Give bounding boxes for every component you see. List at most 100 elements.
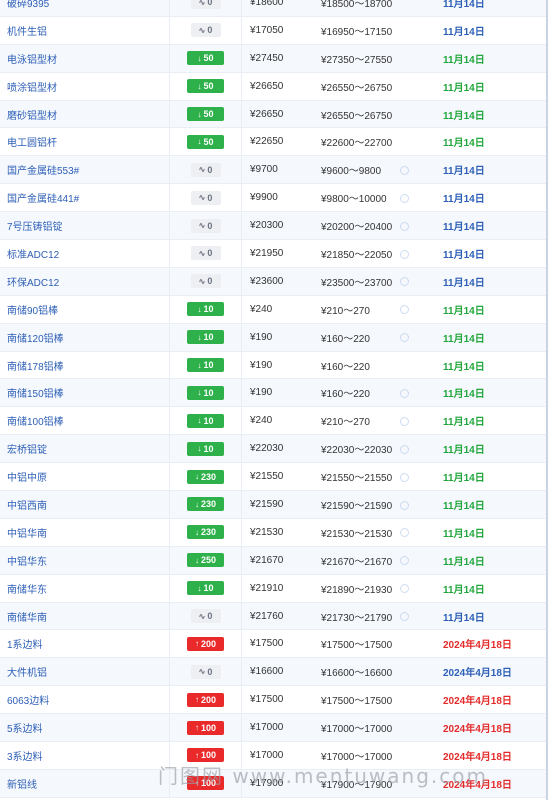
update-date: 11月14日: [443, 612, 485, 624]
change-badge: ↓ 10: [187, 302, 224, 317]
table-row: 中铝中原 ↓ 230 ¥21550 ¥21550～21550 11月14日: [0, 463, 546, 492]
metal-name-link[interactable]: 南储华南: [0, 602, 170, 630]
change-value: 200: [200, 694, 217, 705]
table-row: 南储150铝棒 ↓ 10 ¥190 ¥160～220 11月14日: [0, 379, 546, 408]
change-value: 50: [203, 109, 214, 119]
average-price: ¥9900: [250, 192, 278, 204]
change-badge: ∿ 0: [190, 218, 221, 233]
change-cell: ↓ 10: [170, 295, 242, 323]
metal-name-link[interactable]: 中铝中原: [0, 463, 170, 491]
metal-name-link[interactable]: 国产金属硅553#: [0, 156, 170, 184]
metal-name-link[interactable]: 南储90铝棒: [0, 295, 170, 323]
flat-wave-icon: ∿: [198, 165, 206, 175]
average-price: ¥17050: [250, 24, 284, 36]
update-date: 11月14日: [443, 138, 485, 150]
metal-name-link[interactable]: 国产金属硅441#: [0, 184, 170, 212]
change-badge: ↓ 10: [187, 358, 224, 373]
average-price: ¥190: [250, 331, 273, 343]
metal-name-link[interactable]: 环保ADC12: [0, 267, 170, 295]
price-range: ¥17500～17500: [321, 696, 393, 708]
metal-name-link[interactable]: 电泳铝型材: [0, 44, 170, 72]
arrow-down-icon: ↓: [197, 388, 202, 398]
price-range: ¥160～220: [321, 361, 370, 373]
metal-name-link[interactable]: 新铝线: [0, 769, 170, 797]
metal-name-link[interactable]: 南储120铝棒: [0, 323, 170, 351]
change-value: 230: [200, 471, 217, 482]
average-price: ¥17000: [250, 722, 284, 734]
price-range: ¥17000～17000: [321, 724, 393, 736]
change-cell: ↓ 50: [170, 100, 242, 128]
metal-name-link[interactable]: 南储华东: [0, 574, 170, 602]
logo-watermark-icon: [400, 500, 432, 510]
change-cell: ↓ 10: [170, 574, 242, 602]
table-row: 环保ADC12 ∿ 0 ¥23600 ¥23500～23700 11月14日: [0, 267, 546, 296]
average-price: ¥21550: [250, 471, 284, 483]
change-cell: ↓ 230: [170, 491, 242, 518]
metal-name-link[interactable]: 磨砂铝型材: [0, 100, 170, 128]
update-date: 11月14日: [443, 473, 485, 485]
change-badge: ↓ 10: [187, 385, 224, 400]
change-cell: ↑ 200: [170, 686, 242, 714]
flat-wave-icon: ∿: [198, 276, 206, 286]
arrow-down-icon: ↓: [197, 444, 202, 454]
logo-watermark-icon: [400, 612, 432, 622]
change-cell: ∿ 0: [170, 16, 242, 44]
table-row: 破碎9395 ∿ 0 ¥18600 ¥18500～18700 11月14日: [0, 0, 546, 17]
price-range: ¥27350～27550: [321, 54, 393, 66]
change-badge: ↓ 230: [187, 525, 224, 540]
table-row: 国产金属硅553# ∿ 0 ¥9700 ¥9600～9800 11月14日: [0, 156, 546, 185]
arrow-down-icon: ↓: [197, 109, 202, 119]
average-price: ¥21910: [250, 582, 284, 594]
change-cell: ↑ 100: [170, 714, 242, 742]
metal-name-link[interactable]: 机件生铝: [0, 16, 170, 44]
change-value: 0: [207, 25, 213, 36]
average-price: ¥9700: [250, 164, 278, 176]
change-cell: ↓ 230: [170, 463, 242, 491]
change-badge: ↓ 50: [187, 51, 224, 66]
logo-watermark-icon: [400, 584, 432, 594]
arrow-up-icon: ↑: [194, 750, 199, 760]
change-value: 10: [203, 360, 214, 371]
metal-name-link[interactable]: 标准ADC12: [0, 240, 170, 267]
metal-name-link[interactable]: 喷涂铝型材: [0, 72, 170, 100]
average-price: ¥17500: [250, 638, 284, 650]
metal-name-link[interactable]: 中铝华东: [0, 546, 170, 574]
change-badge: ↑ 100: [187, 720, 224, 735]
flat-wave-icon: ∿: [198, 667, 206, 677]
change-badge: ↓ 230: [187, 469, 224, 484]
table-row: 大件机铝 ∿ 0 ¥16600 ¥16600～16600 2024年4月18日: [0, 658, 546, 687]
arrow-down-icon: ↓: [194, 472, 199, 482]
change-cell: ∿ 0: [170, 156, 242, 184]
table-row: 磨砂铝型材 ↓ 50 ¥26650 ¥26550～26750 11月14日: [0, 100, 546, 129]
update-date: 2024年4月18日: [443, 696, 512, 708]
metal-name-link[interactable]: 1系边料: [0, 630, 170, 658]
metal-name-link[interactable]: 破碎9395: [0, 0, 170, 16]
average-price: ¥16600: [250, 666, 284, 678]
metal-name-link[interactable]: 大件机铝: [0, 658, 170, 686]
metal-name-link[interactable]: 3系边料: [0, 742, 170, 769]
metal-name-link[interactable]: 南储178铝棒: [0, 351, 170, 379]
metal-name-link[interactable]: 6063边料: [0, 686, 170, 714]
update-date: 11月14日: [443, 333, 485, 345]
metal-name-link[interactable]: 7号压铸铝锭: [0, 212, 170, 240]
average-price: ¥21530: [250, 526, 284, 538]
update-date: 11月14日: [443, 0, 485, 10]
average-price: ¥190: [250, 387, 273, 399]
update-date: 11月14日: [443, 389, 485, 401]
metal-name-link[interactable]: 南储100铝棒: [0, 407, 170, 435]
metal-name-link[interactable]: 南储150铝棒: [0, 379, 170, 407]
change-value: 10: [203, 415, 214, 426]
logo-watermark-icon: [400, 556, 432, 566]
metal-name-link[interactable]: 电工圆铝杆: [0, 128, 170, 156]
flat-wave-icon: ∿: [198, 0, 206, 7]
metal-name-link[interactable]: 宏桥铝锭: [0, 435, 170, 463]
update-date: 11月14日: [443, 82, 485, 94]
table-row: 喷涂铝型材 ↓ 50 ¥26650 ¥26550～26750 11月14日: [0, 72, 546, 101]
metal-name-link[interactable]: 5系边料: [0, 714, 170, 742]
metal-name-link[interactable]: 中铝华南: [0, 518, 170, 546]
change-badge: ↓ 10: [187, 581, 224, 596]
change-badge: ↓ 10: [187, 413, 224, 428]
table-row: 5系边料 ↑ 100 ¥17000 ¥17000～17000 2024年4月18日: [0, 714, 546, 743]
metal-name-link[interactable]: 中铝西南: [0, 491, 170, 518]
change-cell: ∿ 0: [170, 212, 242, 240]
